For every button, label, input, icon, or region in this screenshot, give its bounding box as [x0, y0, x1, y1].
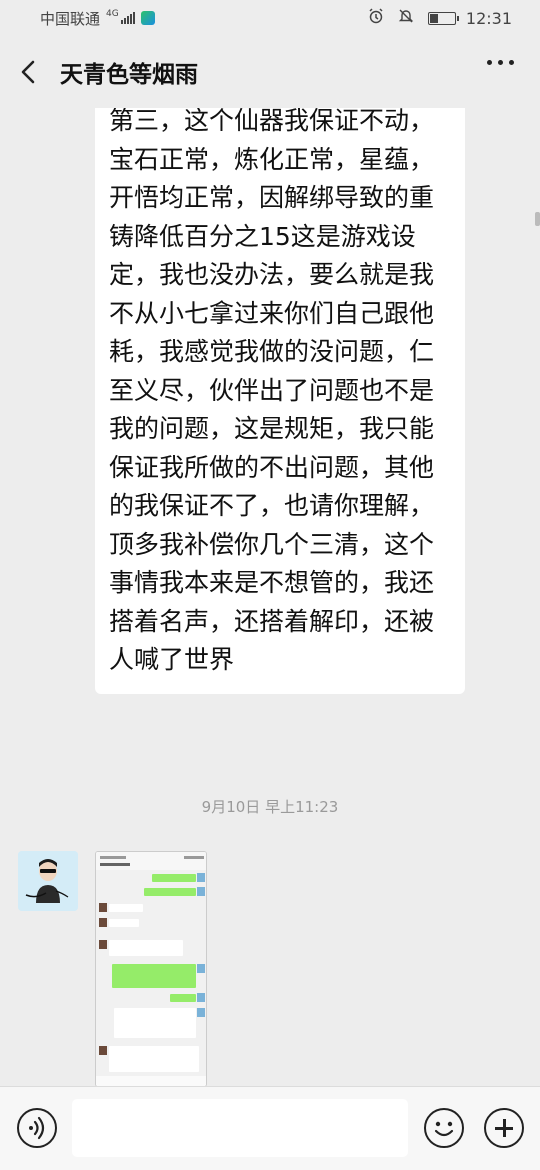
alarm-icon — [368, 8, 384, 28]
mute-icon — [398, 8, 414, 28]
avatar[interactable] — [18, 851, 78, 911]
page-title: 天青色等烟雨 — [60, 62, 198, 88]
carrier-name: 中国联通 — [40, 9, 101, 28]
battery-icon — [427, 11, 459, 25]
message-list[interactable]: 第三，这个仙器我保证不动，宝石正常，炼化正常，星蕴，开悟均正常，因解绑导致的重铸… — [0, 108, 540, 1086]
chat-header: 天青色等烟雨 — [0, 36, 540, 108]
message-timestamp: 9月10日 早上11:23 — [201, 798, 339, 816]
status-bar: 中国联通 4G 12:31 — [0, 0, 540, 36]
scroll-indicator[interactable] — [535, 212, 540, 226]
message-bubble-incoming[interactable]: 第三，这个仙器我保证不动，宝石正常，炼化正常，星蕴，开悟均正常，因解绑导致的重铸… — [95, 108, 465, 694]
network-type: 4G — [106, 9, 119, 19]
signal-icon — [120, 12, 135, 24]
emoji-icon[interactable] — [424, 1108, 464, 1148]
more-dots-icon[interactable] — [487, 60, 514, 65]
message-text: 第三，这个仙器我保证不动，宝石正常，炼化正常，星蕴，开悟均正常，因解绑导致的重铸… — [109, 108, 435, 674]
input-bar — [0, 1086, 540, 1170]
plus-icon[interactable] — [484, 1108, 524, 1148]
app-icon — [140, 11, 155, 25]
clock: 12:31 — [465, 8, 512, 28]
message-input[interactable] — [72, 1099, 408, 1157]
image-message[interactable] — [95, 851, 207, 1086]
voice-icon[interactable] — [17, 1108, 57, 1148]
chevron-left-icon[interactable] — [0, 36, 56, 108]
